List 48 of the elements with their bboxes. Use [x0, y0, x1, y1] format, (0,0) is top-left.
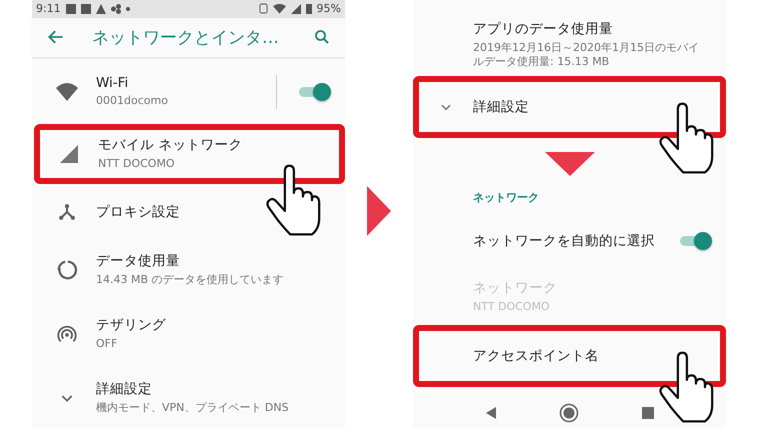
dot-icon — [126, 6, 130, 11]
data-usage-icon — [56, 259, 78, 281]
item-title: Wi-Fi — [96, 75, 130, 92]
home-icon[interactable] — [559, 403, 580, 423]
item-title: 詳細設定 — [473, 98, 530, 116]
share-icon — [110, 4, 121, 14]
search-icon[interactable] — [313, 28, 331, 46]
settings-item[interactable]: データ使用量 14.43 MB のデータを使用しています — [32, 240, 345, 300]
toggle-switch[interactable] — [297, 82, 331, 102]
item-title: プロキシ設定 — [96, 203, 181, 221]
down-arrow-icon — [544, 152, 594, 176]
recents-icon[interactable] — [641, 406, 656, 420]
settings-item[interactable]: Wi-Fi 0001docomo — [32, 62, 345, 122]
item-title: ネットワークを自動的に選択 — [473, 232, 656, 250]
item-title: データ使用量 — [96, 252, 181, 270]
hand-pointer-icon — [658, 350, 714, 425]
battery-percent: 95% — [316, 2, 341, 16]
item-subtitle: 14.43 MB のデータを使用しています — [96, 273, 285, 288]
item-title: ネットワーク — [473, 278, 558, 297]
settings-item[interactable]: 詳細設定 機内モード、VPN、プライベート DNS — [32, 368, 345, 428]
item-title: テザリング — [96, 316, 167, 334]
item-title: アプリのデータ使用量 — [473, 20, 614, 38]
warning-icon — [96, 4, 106, 14]
signal-icon — [290, 4, 301, 14]
toggle-switch[interactable] — [678, 230, 712, 251]
back-icon[interactable] — [484, 406, 498, 420]
item-title: 詳細設定 — [96, 380, 153, 398]
item-subtitle: 2019年12月16日～2020年1月15日のモバイルデータ使用量: 15.13 MB — [473, 41, 700, 70]
item-subtitle: 0001docomo — [96, 94, 169, 109]
screen-title: ネットワークとインタ… — [92, 26, 280, 49]
item-subtitle: OFF — [96, 337, 118, 352]
proxy-icon — [57, 202, 77, 222]
settings-item[interactable]: アプリのデータ使用量 2019年12月16日～2020年1月15日のモバイルデータ使用量: 15.13 MB — [413, 14, 726, 76]
status-time: 9:11 — [36, 2, 61, 16]
item-subtitle: NTT DOCOMO — [473, 300, 551, 314]
settings-item[interactable]: テザリング OFF — [32, 304, 345, 364]
hand-pointer-icon — [658, 102, 714, 176]
item-subtitle: 機内モード、VPN、プライベート DNS — [96, 401, 290, 416]
item-subtitle: NTT DOCOMO — [98, 157, 176, 172]
item-title: アクセスポイント名 — [473, 346, 600, 365]
item-title: モバイル ネットワーク — [98, 136, 244, 154]
section-header: ネットワーク — [472, 190, 540, 205]
settings-item[interactable]: プロキシ設定 — [32, 188, 345, 236]
next-step-arrow-icon — [367, 186, 391, 236]
wifi-icon — [272, 4, 286, 14]
settings-item[interactable]: ネットワークを自動的に選択 — [413, 212, 726, 269]
battery-icon — [306, 4, 312, 14]
hand-pointer-icon — [265, 164, 321, 238]
